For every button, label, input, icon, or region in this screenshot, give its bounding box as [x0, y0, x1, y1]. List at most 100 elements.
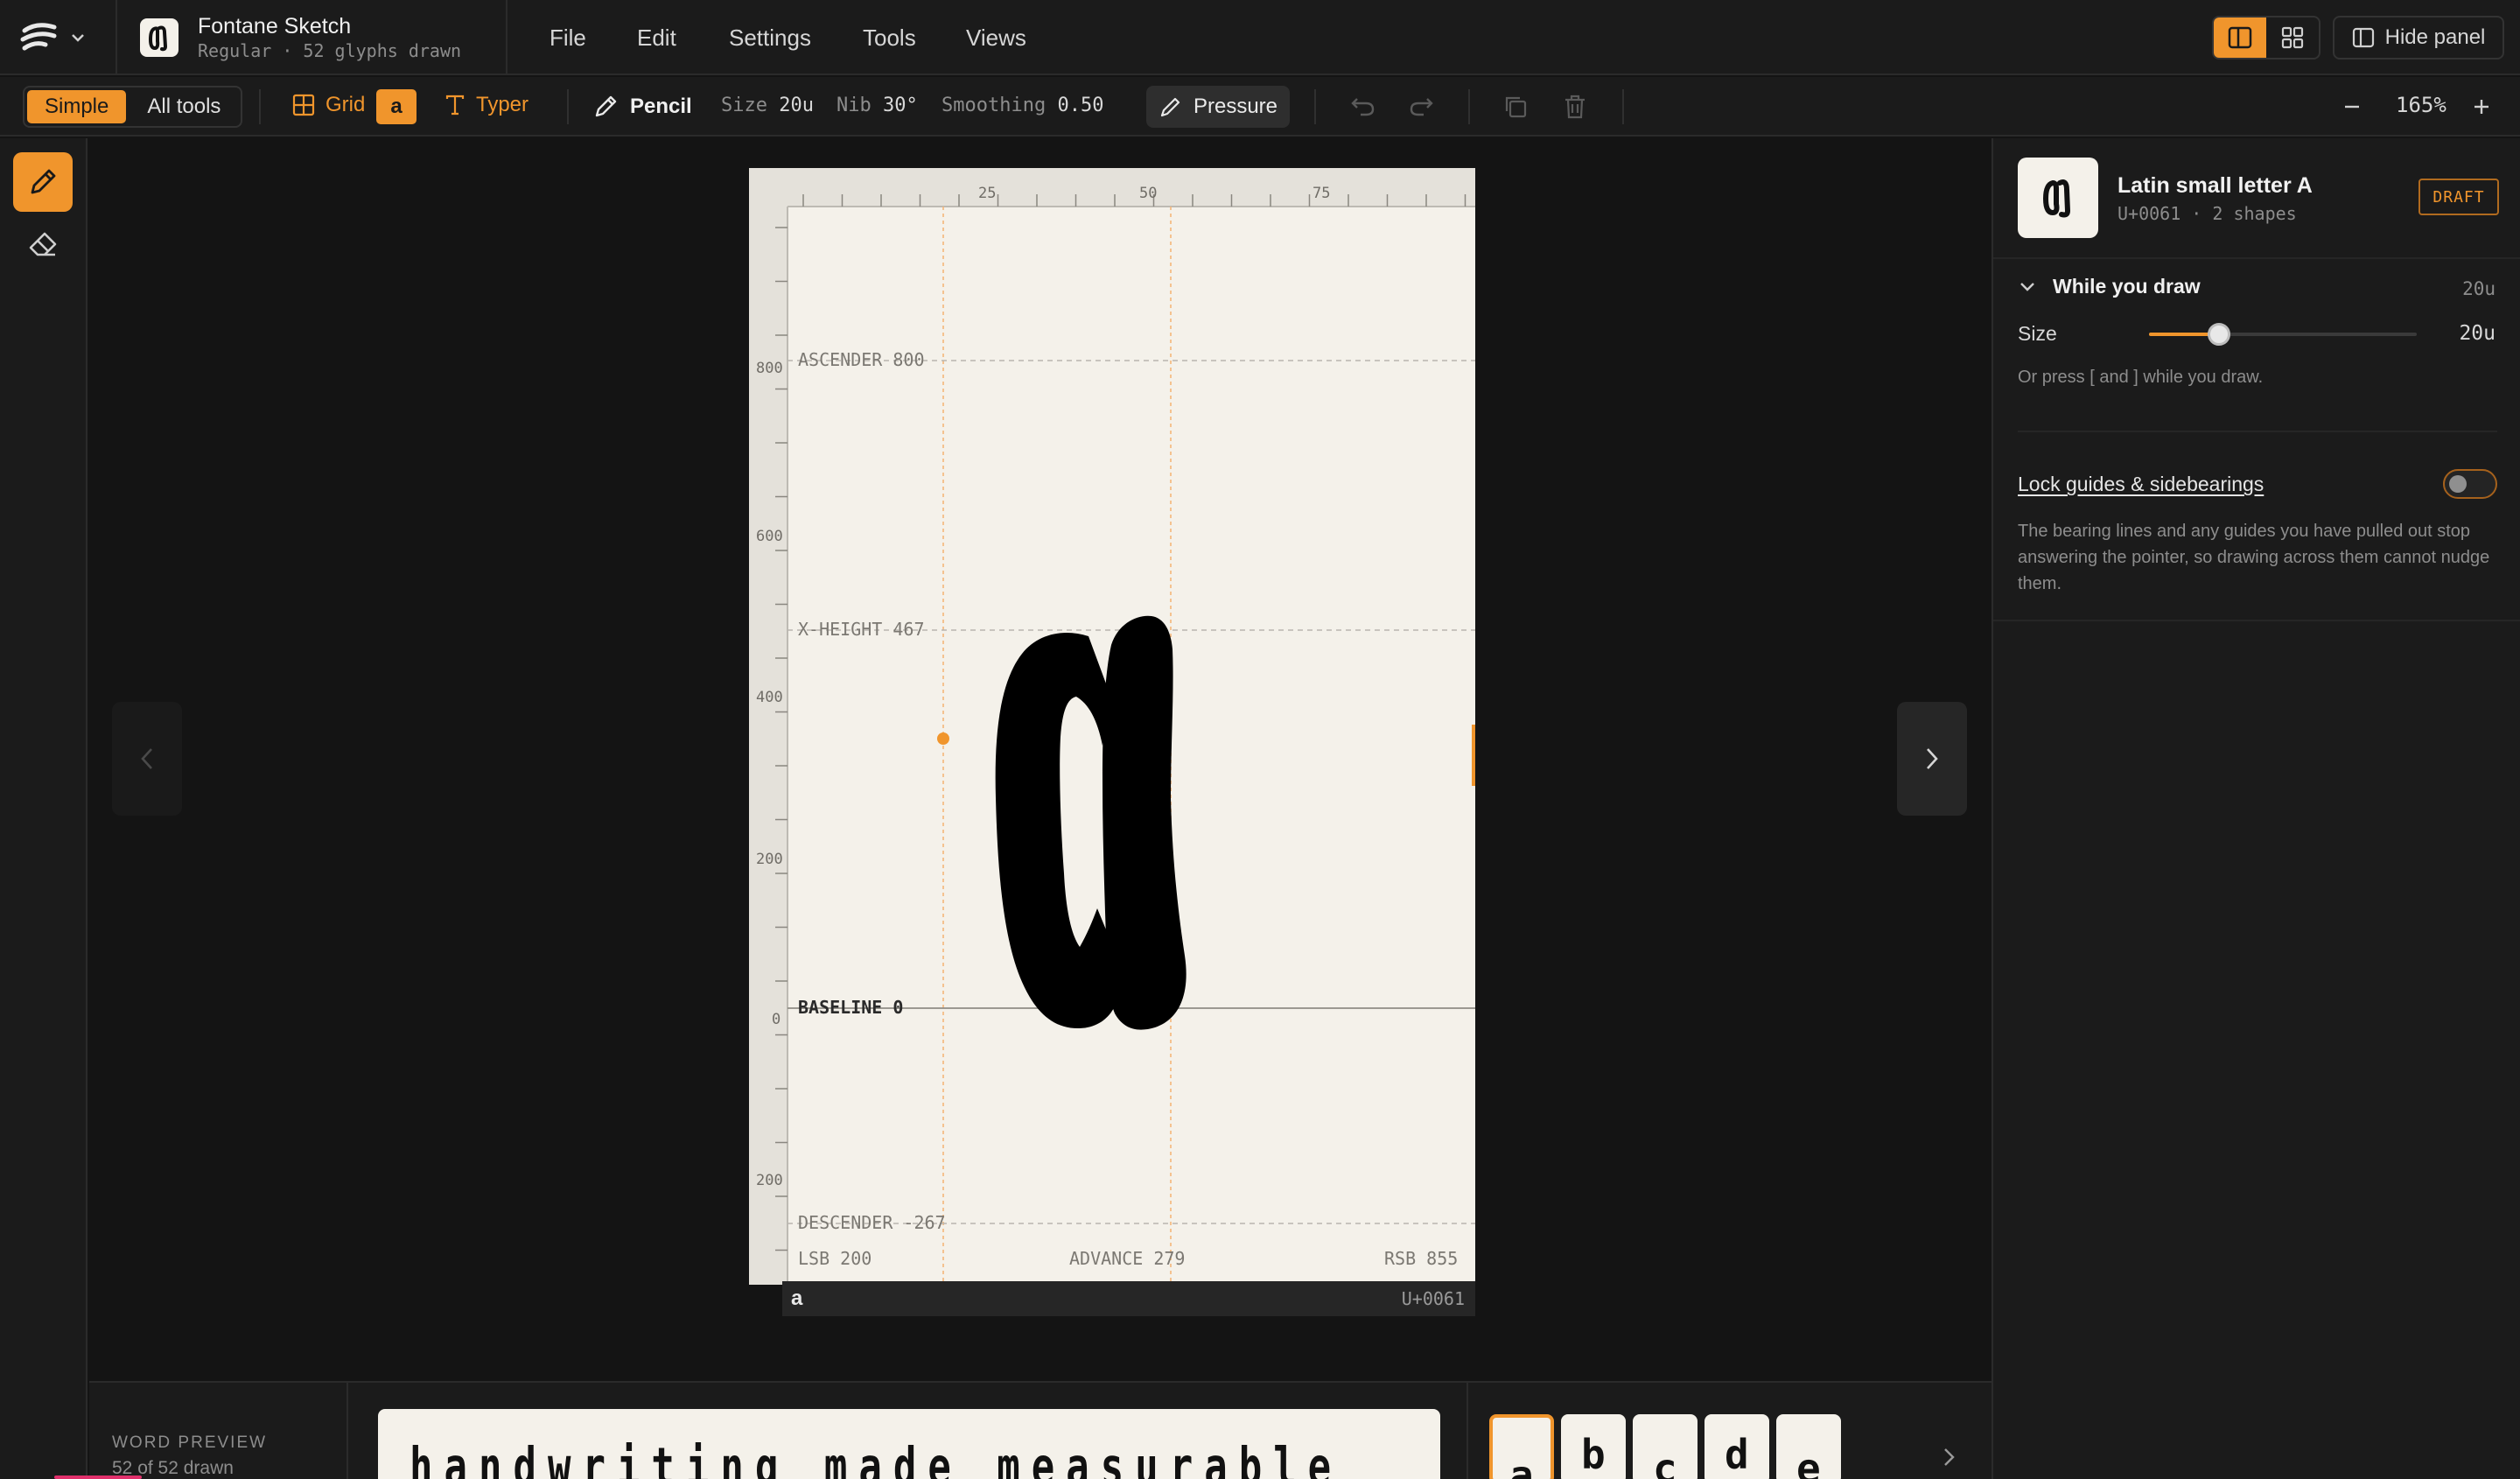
- glyph-meta: U+0061 · 2 shapes: [2118, 203, 2297, 224]
- menu-views[interactable]: Views: [966, 25, 1026, 52]
- ruler-label-800: 800: [756, 360, 783, 377]
- canvas-area[interactable]: 25 50 75 800 600 400 200 0 200 ASCENDER …: [89, 138, 1992, 1381]
- next-glyph-button[interactable]: [1897, 702, 1967, 816]
- glyph-tile-d[interactable]: d: [1704, 1414, 1769, 1479]
- size-stat-value: 20u: [779, 95, 814, 116]
- size-stat[interactable]: Size 20u: [721, 95, 814, 116]
- size-stat-label: Size: [721, 95, 767, 116]
- baseline-label: BASELINE 0: [798, 997, 903, 1018]
- glyph-tile-c[interactable]: c: [1633, 1414, 1698, 1479]
- sidebearing-handle[interactable]: [937, 732, 949, 745]
- glyph-thumbnail: [2018, 158, 2098, 238]
- word-preview[interactable]: handwriting made measurable: [378, 1409, 1440, 1479]
- ruler-label-600: 600: [756, 528, 783, 545]
- top-bar: Fontane Sketch Regular · 52 glyphs drawn…: [0, 0, 2520, 75]
- ruler-label-0: 0: [772, 1011, 780, 1028]
- x-height-label: X-HEIGHT 467: [798, 619, 925, 640]
- hide-panel-button[interactable]: Hide panel: [2333, 16, 2504, 60]
- lock-guides-label[interactable]: Lock guides & sidebearings: [2018, 473, 2264, 496]
- typer-button[interactable]: Typer: [444, 93, 528, 117]
- duplicate-button[interactable]: [1500, 91, 1531, 123]
- nib-stat[interactable]: Nib 30°: [836, 95, 918, 116]
- pencil-label: Pencil: [630, 95, 692, 118]
- zoom-in-button[interactable]: [2466, 91, 2497, 123]
- grid-button[interactable]: Grid: [292, 93, 365, 117]
- tool-options-bar: Simple All tools Grid a Typer Pencil Siz…: [0, 77, 2520, 137]
- chevron-down-icon: [2020, 282, 2034, 291]
- lock-guides-toggle[interactable]: [2443, 469, 2497, 499]
- word-preview-bar: WORD PREVIEW 52 of 52 drawn handwriting …: [89, 1381, 1992, 1479]
- size-slider-knob[interactable]: [2207, 323, 2230, 346]
- zoom-out-button[interactable]: [2336, 91, 2368, 123]
- progress-indicator: [54, 1475, 142, 1479]
- font-subtitle: Regular · 52 glyphs drawn: [198, 40, 462, 61]
- minus-icon: [2345, 105, 2359, 109]
- menu-file[interactable]: File: [550, 25, 586, 52]
- text-icon: [445, 95, 465, 116]
- redo-button[interactable]: [1405, 91, 1437, 123]
- size-hint: Or press [ and ] while you draw.: [2018, 368, 2264, 387]
- glyph-tile-b[interactable]: b: [1561, 1414, 1626, 1479]
- size-label: Size: [2018, 322, 2057, 345]
- menu-settings[interactable]: Settings: [729, 25, 811, 52]
- ruler-label-50: 50: [1139, 185, 1157, 202]
- menu-edit[interactable]: Edit: [637, 25, 676, 52]
- ruler-label-400: 400: [756, 689, 783, 706]
- mode-all-tools-button[interactable]: All tools: [130, 90, 238, 123]
- ruler-label-25: 25: [978, 185, 996, 202]
- rsb-label: RSB 855: [1384, 1248, 1458, 1269]
- layout-panel-button[interactable]: [2214, 18, 2266, 58]
- glyph-canvas[interactable]: 25 50 75 800 600 400 200 0 200 ASCENDER …: [749, 168, 1475, 1314]
- word-preview-label: WORD PREVIEW: [112, 1433, 268, 1452]
- app-menu-button[interactable]: [19, 18, 94, 58]
- section-value: 20u: [2462, 278, 2496, 299]
- inspector-panel: Latin small letter A U+0061 · 2 shapes D…: [1992, 138, 2520, 1479]
- pencil-tool-label: Pencil: [592, 93, 692, 121]
- nib-stat-label: Nib: [836, 95, 872, 116]
- font-badge-icon: [140, 18, 178, 57]
- previous-glyph-button[interactable]: [112, 702, 182, 816]
- trash-icon: [1565, 95, 1585, 119]
- next-tiles-button[interactable]: [1936, 1444, 1962, 1470]
- advance-label: ADVANCE 279: [1069, 1248, 1185, 1269]
- section-title: While you draw: [2053, 275, 2201, 298]
- ruler-label-200: 200: [756, 851, 783, 868]
- ruler-label-minus-200: 200: [756, 1172, 783, 1189]
- glyph-tile-d-label: d: [1725, 1431, 1749, 1478]
- glyph-tile-a[interactable]: a: [1489, 1414, 1554, 1479]
- pen-icon: [1160, 97, 1180, 117]
- pressure-toggle[interactable]: Pressure: [1146, 86, 1290, 128]
- sidebar-icon: [2352, 27, 2374, 48]
- glyph-name: Latin small letter A: [2118, 173, 2313, 198]
- mode-switch: Simple All tools: [23, 86, 243, 128]
- ascender-label: ASCENDER 800: [798, 349, 925, 370]
- grid-layout-icon: [2281, 26, 2304, 49]
- while-you-draw-header[interactable]: While you draw: [2018, 275, 2201, 298]
- chevron-left-icon: [141, 748, 152, 769]
- eraser-tool-button[interactable]: [21, 222, 65, 266]
- glyph-tile-e-label: e: [1796, 1445, 1821, 1479]
- chevron-right-icon: [1927, 748, 1938, 769]
- pencil-tool-button[interactable]: [13, 152, 73, 212]
- status-badge: DRAFT: [2418, 179, 2499, 215]
- copy-icon: [1505, 96, 1527, 118]
- nib-stat-value: 30°: [883, 95, 918, 116]
- menu-tools[interactable]: Tools: [863, 25, 916, 52]
- glyph-tile-e[interactable]: e: [1776, 1414, 1841, 1479]
- glyph-footer: a U+0061: [782, 1281, 1475, 1316]
- chevron-right-icon: [1944, 1448, 1955, 1466]
- hide-panel-label: Hide panel: [2384, 25, 2486, 49]
- glyph-char: a: [791, 1286, 803, 1310]
- undo-button[interactable]: [1348, 91, 1379, 123]
- glyph-unicode: U+0061: [1401, 1288, 1465, 1309]
- right-edge-handle[interactable]: [1472, 725, 1475, 786]
- ruler-label-75: 75: [1312, 185, 1330, 202]
- smoothing-stat-value: 0.50: [1057, 95, 1104, 116]
- mode-simple-button[interactable]: Simple: [27, 90, 127, 123]
- delete-button[interactable]: [1559, 91, 1591, 123]
- grid-glyph-button[interactable]: a: [376, 89, 416, 124]
- smoothing-stat[interactable]: Smoothing 0.50: [942, 95, 1103, 116]
- layout-grid-button[interactable]: [2266, 18, 2319, 58]
- size-slider[interactable]: [2149, 323, 2417, 346]
- word-preview-text: handwriting made measurable: [410, 1437, 1342, 1479]
